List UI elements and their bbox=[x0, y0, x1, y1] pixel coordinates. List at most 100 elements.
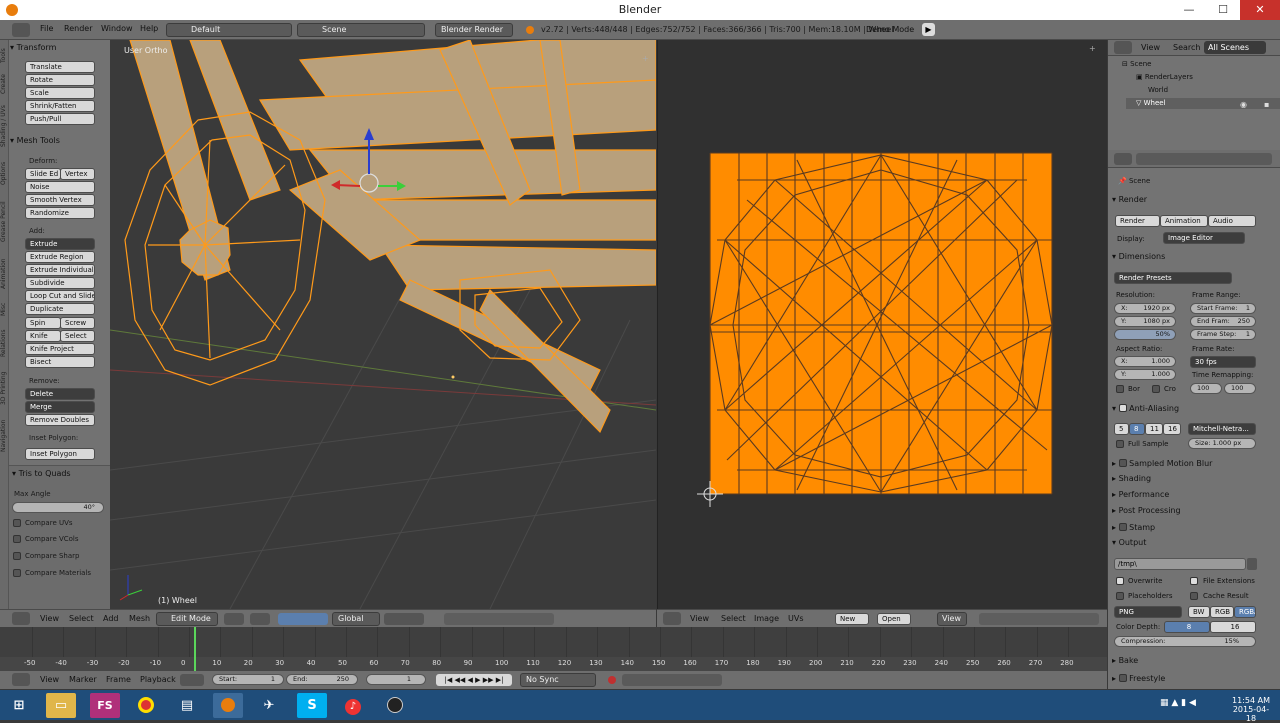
menu-window[interactable]: Window bbox=[101, 24, 133, 33]
screw-button[interactable]: Screw bbox=[60, 317, 95, 329]
aspect-y-field[interactable]: Y: 1.000 bbox=[1114, 369, 1176, 380]
display-selector[interactable]: Image Editor bbox=[1163, 232, 1245, 244]
motion-blur-checkbox[interactable] bbox=[1118, 459, 1127, 467]
color-depth-8[interactable]: 8 bbox=[1164, 621, 1210, 633]
freestyle-panel-header[interactable]: ▸ Freestyle bbox=[1112, 673, 1276, 688]
mesh-tools-panel-header[interactable]: ▾ Mesh Tools bbox=[10, 136, 60, 145]
knife-button[interactable]: Knife bbox=[25, 330, 61, 342]
uv-menu-image[interactable]: Image bbox=[754, 614, 779, 623]
border-checkbox[interactable] bbox=[1116, 385, 1124, 393]
rotate-button[interactable]: Rotate bbox=[25, 74, 95, 86]
spin-button[interactable]: Spin bbox=[25, 317, 61, 329]
color-rgb-button[interactable]: RGB bbox=[1210, 606, 1234, 618]
frame-rate-selector[interactable]: 30 fps bbox=[1190, 356, 1256, 368]
chrome-icon[interactable] bbox=[131, 693, 161, 718]
tab-create[interactable]: Create bbox=[0, 70, 9, 98]
stamp-checkbox[interactable] bbox=[1118, 523, 1127, 531]
compression-slider[interactable]: Compression: 15% bbox=[1114, 636, 1256, 647]
color-bw-button[interactable]: BW bbox=[1188, 606, 1210, 618]
editor-type-icon[interactable] bbox=[663, 612, 681, 625]
render-camera-icon[interactable]: ▪ bbox=[1264, 100, 1269, 109]
maximize-button[interactable]: ☐ bbox=[1206, 0, 1240, 20]
tab-tools[interactable]: Tools bbox=[0, 44, 9, 68]
orientation-selector[interactable]: Global bbox=[332, 612, 380, 626]
outliner[interactable]: View Search All Scenes ⊟ Scene ▣ RenderL… bbox=[1108, 40, 1280, 150]
freestyle-checkbox[interactable] bbox=[1118, 674, 1127, 682]
tab-grease-pencil[interactable]: Grease Pencil bbox=[0, 194, 9, 250]
snap-icons[interactable] bbox=[444, 613, 554, 625]
render-button[interactable]: Render bbox=[1115, 215, 1160, 227]
crop-checkbox[interactable] bbox=[1152, 385, 1160, 393]
output-panel-header[interactable]: ▾ Output bbox=[1112, 538, 1276, 553]
play-icon[interactable]: ▶ bbox=[922, 23, 935, 36]
extrude-dropdown[interactable]: Extrude bbox=[25, 238, 95, 250]
overwrite-checkbox[interactable] bbox=[1116, 577, 1124, 585]
extrude-individual-button[interactable]: Extrude Individual bbox=[25, 264, 95, 276]
keying-set-field[interactable] bbox=[622, 674, 722, 686]
file-extensions-checkbox[interactable] bbox=[1190, 577, 1198, 585]
area-split-icon-uv[interactable]: + bbox=[1089, 44, 1096, 53]
current-frame-field[interactable]: 1 bbox=[366, 674, 426, 685]
remap-new-field[interactable]: 100 bbox=[1224, 383, 1256, 394]
3d-viewport[interactable]: User Ortho (1) Wheel + bbox=[110, 40, 656, 609]
taskbar-clock[interactable]: 11:54 AM 2015-04-18 bbox=[1228, 696, 1274, 723]
performance-panel-header[interactable]: ▸ Performance bbox=[1112, 490, 1276, 505]
render-presets-selector[interactable]: Render Presets bbox=[1114, 272, 1232, 284]
manipulator-icons[interactable] bbox=[278, 613, 328, 625]
knife-select-button[interactable]: Select bbox=[60, 330, 95, 342]
shading-mode-icon[interactable] bbox=[224, 613, 244, 625]
knife-project-button[interactable]: Knife Project bbox=[25, 343, 95, 355]
timeline[interactable]: -50 -40 -30 -20 -10 0 10 20 30 40 50 60 70 80 90 100 110… bbox=[0, 627, 1107, 671]
folder-icon[interactable] bbox=[1247, 558, 1257, 570]
stamp-panel-header[interactable]: ▸ Stamp bbox=[1112, 522, 1276, 537]
game-controller-icon[interactable]: ✈ bbox=[254, 693, 284, 718]
compare-uvs-checkbox[interactable] bbox=[13, 519, 21, 527]
compare-sharp-checkbox[interactable] bbox=[13, 552, 21, 560]
frame-step-prop[interactable]: Frame Step: 1 bbox=[1190, 329, 1256, 340]
inset-polygon-button[interactable]: Inset Polygon bbox=[25, 448, 95, 460]
tab-animation[interactable]: Animation bbox=[0, 252, 9, 296]
smooth-vertex-button[interactable]: Smooth Vertex bbox=[25, 194, 95, 206]
resolution-x-field[interactable]: X: 1920 px bbox=[1114, 303, 1176, 314]
merge-dropdown[interactable]: Merge bbox=[25, 401, 95, 413]
extrude-region-button[interactable]: Extrude Region bbox=[25, 251, 95, 263]
new-image-button[interactable]: New bbox=[835, 613, 869, 625]
timeline-menu-view[interactable]: View bbox=[40, 675, 59, 684]
view-mode-selector[interactable]: View bbox=[937, 612, 967, 626]
playback-controls-icons[interactable]: |◀ ◀◀ ◀ ▶ ▶▶ ▶| bbox=[436, 674, 512, 686]
visibility-eye-icon[interactable]: ◉ bbox=[1240, 100, 1247, 109]
slide-vertex-button[interactable]: Vertex bbox=[60, 168, 95, 180]
render-panel-header[interactable]: ▾ Render bbox=[1112, 195, 1276, 210]
subdivide-button[interactable]: Subdivide bbox=[25, 277, 95, 289]
compare-materials-checkbox[interactable] bbox=[13, 569, 21, 577]
resolution-percentage[interactable]: 50% bbox=[1114, 329, 1176, 340]
viewport-menu-select[interactable]: Select bbox=[69, 614, 94, 623]
sync-mode-selector[interactable]: No Sync bbox=[520, 673, 596, 687]
loop-cut-slide-button[interactable]: Loop Cut and Slide bbox=[25, 290, 95, 302]
delete-dropdown[interactable]: Delete bbox=[25, 388, 95, 400]
uv-menu-uvs[interactable]: UVs bbox=[788, 614, 804, 623]
full-sample-checkbox[interactable] bbox=[1116, 440, 1124, 448]
outliner-item-world[interactable]: World bbox=[1148, 86, 1168, 94]
area-split-icon[interactable]: + bbox=[642, 54, 649, 63]
aspect-x-field[interactable]: X: 1.000 bbox=[1114, 356, 1176, 367]
editor-type-icon[interactable] bbox=[12, 612, 30, 625]
uv-tool-icons[interactable] bbox=[979, 613, 1099, 625]
aa-size-field[interactable]: Size: 1.000 px bbox=[1188, 438, 1256, 449]
outliner-menu-search[interactable]: Search bbox=[1173, 43, 1200, 52]
scene-selector[interactable]: Scene bbox=[297, 23, 425, 37]
aa-samples-11[interactable]: 11 bbox=[1145, 423, 1163, 435]
aa-filter-selector[interactable]: Mitchell-Netra... bbox=[1188, 423, 1256, 435]
bisect-button[interactable]: Bisect bbox=[25, 356, 95, 368]
network-app-icon[interactable]: ▤ bbox=[172, 693, 202, 718]
info-editor-icon[interactable] bbox=[12, 23, 30, 37]
pin-icon[interactable]: 📌 bbox=[1118, 177, 1129, 185]
editor-type-icon[interactable] bbox=[12, 673, 30, 686]
end-frame-field[interactable]: End: 250 bbox=[286, 674, 358, 685]
timeline-menu-playback[interactable]: Playback bbox=[140, 675, 176, 684]
end-frame-prop[interactable]: End Fram: 250 bbox=[1190, 316, 1256, 327]
aa-samples-5[interactable]: 5 bbox=[1114, 423, 1129, 435]
tab-misc[interactable]: Misc bbox=[0, 298, 9, 320]
uv-menu-select[interactable]: Select bbox=[721, 614, 746, 623]
render-engine-selector[interactable]: Blender Render bbox=[435, 23, 513, 37]
